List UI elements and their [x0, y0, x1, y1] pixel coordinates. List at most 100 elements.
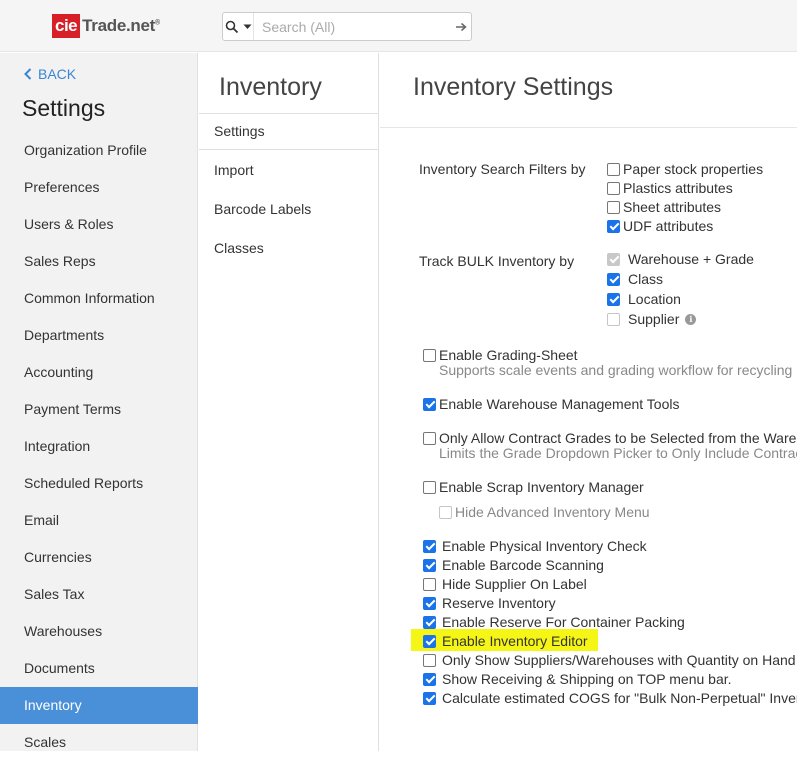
reserve-inventory-checkbox[interactable]	[423, 596, 436, 610]
search-filters-label: Inventory Search Filters by	[419, 161, 586, 177]
arrow-right-icon	[456, 22, 467, 31]
sidebar-item-warehouses[interactable]: Warehouses	[0, 613, 198, 650]
contract-grades-option[interactable]: Only Allow Contract Grades to be Selecte…	[423, 430, 797, 446]
hide-supplier-option[interactable]: Hide Supplier On Label	[423, 576, 587, 592]
chevron-down-icon	[243, 24, 251, 29]
filter-paper-stock-option[interactable]: Paper stock properties	[607, 161, 763, 177]
sidebar-title: Settings	[22, 95, 106, 121]
subnav-title: Inventory	[219, 73, 322, 101]
filter-plastics-checkbox[interactable]	[607, 181, 620, 195]
logo-trade-text: Trade.net	[82, 16, 156, 35]
back-label: BACK	[38, 66, 77, 82]
search-scope-dropdown[interactable]	[223, 13, 254, 40]
sidebar-item-integration[interactable]: Integration	[0, 428, 198, 465]
subnav-item-barcode-labels[interactable]: Barcode Labels	[214, 201, 311, 217]
hide-supplier-label: Hide Supplier On Label	[442, 576, 587, 592]
filter-plastics-label: Plastics attributes	[623, 180, 733, 196]
sidebar-item-payment-terms[interactable]: Payment Terms	[0, 391, 198, 428]
physical-inventory-checkbox[interactable]	[423, 539, 436, 553]
contract-grades-checkbox[interactable]	[423, 431, 436, 445]
sidebar-item-sales-reps[interactable]: Sales Reps	[0, 243, 198, 280]
logo-cie: cie	[52, 14, 81, 38]
subnav-item-settings[interactable]: Settings	[214, 123, 265, 139]
track-class-checkbox[interactable]	[607, 272, 620, 286]
sidebar-item-scales[interactable]: Scales	[0, 724, 198, 761]
estimated-cogs-checkbox[interactable]	[423, 691, 436, 705]
grading-sheet-checkbox[interactable]	[423, 348, 436, 362]
sidebar-item-departments[interactable]: Departments	[0, 317, 198, 354]
track-supplier-option: Supplier i	[607, 311, 697, 327]
back-link[interactable]: BACK	[24, 66, 76, 82]
logo-registered: ®	[155, 19, 160, 27]
contract-grades-description: Limits the Grade Dropdown Picker to Only…	[439, 445, 797, 461]
reserve-inventory-option[interactable]: Reserve Inventory	[423, 595, 556, 611]
track-class-option[interactable]: Class	[607, 271, 663, 287]
sidebar-item-inventory[interactable]: Inventory	[0, 687, 198, 724]
physical-inventory-label: Enable Physical Inventory Check	[442, 538, 647, 554]
info-icon[interactable]: i	[685, 313, 697, 325]
top-header: cie Trade.net®	[0, 0, 797, 52]
sidebar-item-email[interactable]: Email	[0, 502, 198, 539]
estimated-cogs-label: Calculate estimated COGS for "Bulk Non-P…	[442, 690, 797, 706]
inventory-editor-option[interactable]: Enable Inventory Editor	[423, 633, 588, 649]
only-show-suppliers-label: Only Show Suppliers/Warehouses with Quan…	[442, 652, 797, 668]
hide-advanced-option: Hide Advanced Inventory Menu	[439, 504, 650, 520]
chevron-left-icon	[24, 68, 32, 80]
reserve-container-checkbox[interactable]	[423, 615, 436, 629]
barcode-scanning-option[interactable]: Enable Barcode Scanning	[423, 557, 604, 573]
track-warehouse-grade-label: Warehouse + Grade	[628, 251, 754, 267]
cietrade-logo[interactable]: cie Trade.net®	[52, 14, 160, 38]
barcode-scanning-label: Enable Barcode Scanning	[442, 557, 604, 573]
sidebar-item-documents[interactable]: Documents	[0, 650, 198, 687]
sidebar-item-preferences[interactable]: Preferences	[0, 169, 198, 206]
filter-udf-checkbox[interactable]	[607, 219, 620, 233]
scrap-manager-option[interactable]: Enable Scrap Inventory Manager	[423, 479, 644, 495]
hide-advanced-label: Hide Advanced Inventory Menu	[455, 504, 650, 520]
hide-supplier-checkbox[interactable]	[423, 577, 436, 591]
receiving-shipping-checkbox[interactable]	[423, 672, 436, 686]
subnav-item-classes[interactable]: Classes	[214, 240, 264, 256]
page-title: Inventory Settings	[413, 73, 614, 101]
sidebar-item-sales-tax[interactable]: Sales Tax	[0, 576, 198, 613]
filter-udf-label: UDF attributes	[623, 218, 714, 234]
track-location-option[interactable]: Location	[607, 291, 681, 307]
estimated-cogs-option[interactable]: Calculate estimated COGS for "Bulk Non-P…	[423, 690, 797, 706]
search-box	[222, 12, 472, 41]
sidebar-item-scheduled-reports[interactable]: Scheduled Reports	[0, 465, 198, 502]
sidebar-item-common-information[interactable]: Common Information	[0, 280, 198, 317]
reserve-container-label: Enable Reserve For Container Packing	[442, 614, 685, 630]
grading-sheet-option[interactable]: Enable Grading-Sheet	[423, 347, 578, 363]
filter-plastics-option[interactable]: Plastics attributes	[607, 180, 733, 196]
inventory-editor-label: Enable Inventory Editor	[442, 633, 588, 649]
search-input[interactable]	[254, 13, 451, 40]
inventory-settings-panel: Inventory Settings Inventory Search Filt…	[380, 53, 797, 751]
sidebar-item-accounting[interactable]: Accounting	[0, 354, 198, 391]
only-show-suppliers-checkbox[interactable]	[423, 653, 436, 667]
track-warehouse-grade-checkbox	[607, 252, 620, 266]
search-submit-button[interactable]	[451, 22, 471, 32]
track-supplier-checkbox	[607, 312, 620, 326]
sidebar-item-currencies[interactable]: Currencies	[0, 539, 198, 576]
inventory-editor-checkbox[interactable]	[423, 634, 436, 648]
title-divider	[380, 127, 797, 128]
track-location-checkbox[interactable]	[607, 292, 620, 306]
hide-advanced-checkbox	[439, 505, 452, 519]
receiving-shipping-option[interactable]: Show Receiving & Shipping on TOP menu ba…	[423, 671, 732, 687]
scrap-manager-checkbox[interactable]	[423, 480, 436, 494]
filter-sheet-checkbox[interactable]	[607, 200, 620, 214]
physical-inventory-option[interactable]: Enable Physical Inventory Check	[423, 538, 647, 554]
filter-sheet-option[interactable]: Sheet attributes	[607, 199, 721, 215]
warehouse-tools-checkbox[interactable]	[423, 397, 436, 411]
only-show-suppliers-option[interactable]: Only Show Suppliers/Warehouses with Quan…	[423, 652, 797, 668]
barcode-scanning-checkbox[interactable]	[423, 558, 436, 572]
inventory-subnav: Inventory Settings Import Barcode Labels…	[199, 53, 379, 751]
receiving-shipping-label: Show Receiving & Shipping on TOP menu ba…	[442, 671, 732, 687]
filter-paper-stock-checkbox[interactable]	[607, 162, 620, 176]
warehouse-tools-option[interactable]: Enable Warehouse Management Tools	[423, 396, 679, 412]
filter-udf-option[interactable]: UDF attributes	[607, 218, 713, 234]
sidebar-item-users-roles[interactable]: Users & Roles	[0, 206, 198, 243]
warehouse-tools-label: Enable Warehouse Management Tools	[439, 396, 680, 412]
sidebar-item-organization-profile[interactable]: Organization Profile	[0, 132, 198, 169]
subnav-item-import[interactable]: Import	[214, 162, 254, 178]
reserve-container-option[interactable]: Enable Reserve For Container Packing	[423, 614, 685, 630]
